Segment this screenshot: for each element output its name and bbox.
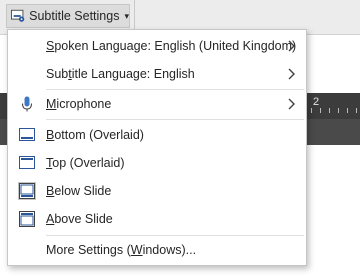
position-bottom-icon (19, 128, 35, 141)
menu-item-more-settings[interactable]: More Settings (Windows)... (8, 236, 306, 264)
position-below-icon (18, 182, 36, 200)
menu-item-above-slide[interactable]: Above Slide (8, 205, 306, 233)
chevron-right-icon (288, 98, 295, 110)
menu-item-bottom-overlaid[interactable]: Bottom (Overlaid) (8, 121, 306, 149)
more-settings-label: More Settings (Windows)... (46, 243, 197, 257)
menu-item-microphone[interactable]: Microphone (8, 90, 306, 118)
spoken-language-label: Spoken Language: English (United Kingdom… (46, 39, 297, 53)
top-overlaid-label: Top (Overlaid) (46, 156, 125, 170)
menu-item-below-slide[interactable]: Below Slide (8, 177, 306, 205)
below-slide-label: Below Slide (46, 184, 112, 198)
microphone-label: Microphone (46, 97, 112, 111)
chevron-down-icon: ▾ (124, 10, 129, 21)
chevron-right-icon (288, 68, 295, 80)
subtitle-settings-button[interactable]: Subtitle Settings ▾ (6, 4, 130, 28)
subtitle-settings-menu: Spoken Language: English (United Kingdom… (7, 29, 307, 266)
position-top-icon (19, 156, 35, 169)
above-slide-label: Above Slide (46, 212, 113, 226)
subtitle-settings-label: Subtitle Settings (29, 9, 120, 23)
ruler-number: 2 (313, 96, 320, 108)
subtitle-language-label: Subtitle Language: English (46, 67, 195, 81)
menu-item-spoken-language[interactable]: Spoken Language: English (United Kingdom… (8, 32, 306, 60)
chevron-right-icon (288, 40, 295, 52)
menu-separator (46, 119, 304, 120)
menu-item-top-overlaid[interactable]: Top (Overlaid) (8, 149, 306, 177)
position-above-icon (19, 211, 35, 227)
subtitle-settings-icon (11, 9, 25, 22)
bottom-overlaid-label: Bottom (Overlaid) (46, 128, 144, 142)
microphone-icon (22, 96, 32, 112)
menu-item-subtitle-language[interactable]: Subtitle Language: English (8, 60, 306, 88)
